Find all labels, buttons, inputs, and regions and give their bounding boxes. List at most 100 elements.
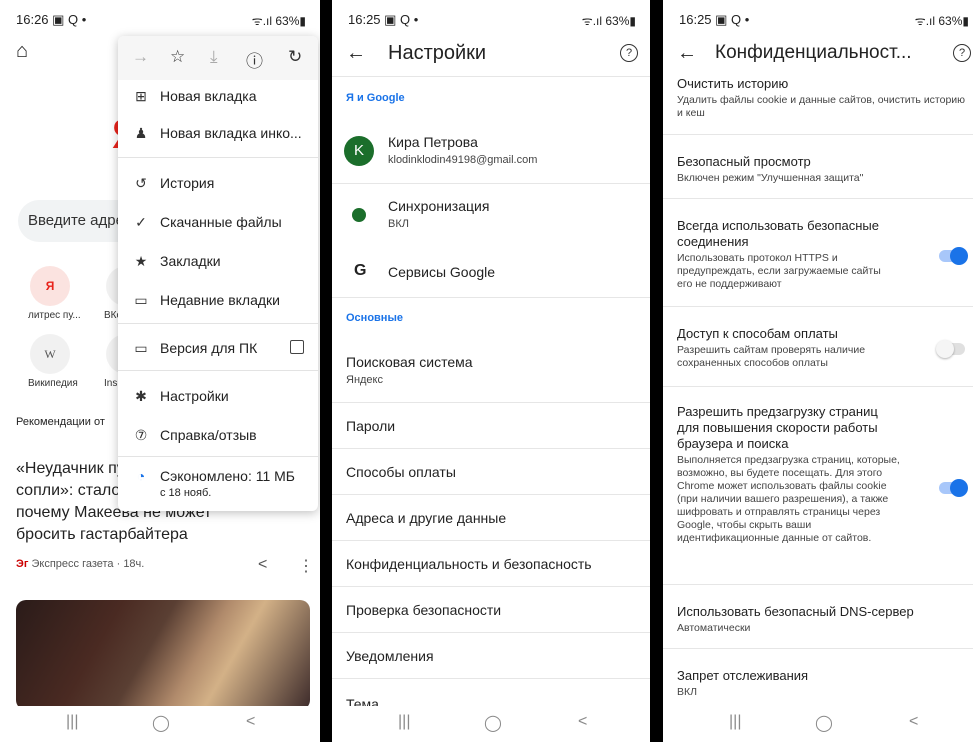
tile-label: литрес пу...	[28, 310, 81, 321]
https-toggle[interactable]	[939, 247, 968, 265]
search-engine-value: Яндекс	[346, 374, 383, 386]
google-services-label: Сервисы Google	[388, 264, 496, 280]
more-icon[interactable]: ⋮	[298, 556, 314, 576]
help-icon[interactable]: ?	[620, 44, 638, 62]
settings-item-passwords[interactable]: Пароли	[332, 404, 650, 448]
phone-settings: 16:25 ▣ Q • ᯤ.ıl 63%▮ ← Настройки ? Я и …	[332, 0, 650, 742]
avatar: K	[344, 136, 374, 166]
page-title: Конфиденциальност...	[715, 42, 912, 63]
settings-item-safety-check[interactable]: Проверка безопасности	[332, 588, 650, 632]
section-header: Я и Google	[346, 92, 405, 104]
recents-button[interactable]: |||	[729, 713, 741, 731]
news-title-line: бросить гастарбайтера	[16, 526, 188, 543]
status-bar: 16:26 ▣ Q • ᯤ.ıl 63%▮	[0, 10, 320, 30]
share-icon[interactable]: <	[258, 556, 267, 574]
settings-item-privacy[interactable]: Конфиденциальность и безопасность	[332, 542, 650, 586]
reload-icon[interactable]: ↻	[288, 47, 302, 67]
status-time: 16:25 ▣ Q •	[348, 12, 419, 27]
account-row[interactable]: K Кира Петрова klodinklodin49198@gmail.c…	[332, 118, 650, 182]
sync-icon	[352, 208, 366, 222]
speed-icon: ◔	[136, 468, 146, 484]
sync-value: ВКЛ	[388, 218, 409, 230]
account-name: Кира Петрова	[388, 134, 478, 150]
back-button[interactable]: <	[909, 713, 918, 731]
back-button[interactable]: <	[578, 713, 587, 731]
status-battery: ᯤ.ıl 63%▮	[914, 14, 969, 28]
android-navbar: ||| ◯ <	[0, 706, 320, 742]
forward-icon[interactable]: →	[132, 47, 149, 67]
menu-bookmarks[interactable]: ★ Закладки	[132, 253, 221, 270]
recents-button[interactable]: |||	[66, 713, 78, 731]
payment-methods-row[interactable]: Доступ к способам оплаты Разрешить сайта…	[677, 326, 892, 370]
menu-downloads[interactable]: ✓ Скачанные файлы	[132, 214, 282, 231]
preload-row[interactable]: Разрешить предзагрузку страниц для повыш…	[677, 404, 902, 545]
google-services-row[interactable]: G Сервисы Google	[332, 246, 650, 296]
status-time: 16:26 ▣ Q •	[16, 12, 87, 27]
menu-history[interactable]: ↺ История	[132, 175, 214, 192]
menu-recent-tabs[interactable]: ▭ Недавние вкладки	[132, 292, 280, 309]
help-icon[interactable]: ?	[953, 44, 971, 62]
section-header: Основные	[346, 312, 403, 324]
app-bar: ← Конфиденциальност... ?	[663, 38, 973, 74]
search-engine-row[interactable]: Поисковая система Яндекс	[332, 340, 650, 400]
news-source: Эг Экспресс газета · 18ч.	[16, 558, 145, 570]
menu-toolbar: → ☆ ⤓ ⓘ ↻	[118, 36, 318, 80]
menu-desktop-site[interactable]: ▭ Версия для ПК	[132, 340, 257, 357]
phone-chrome-menu: 16:26 ▣ Q • ᯤ.ıl 63%▮ ⌂ Я Введите адрес …	[0, 0, 320, 742]
menu-new-tab[interactable]: ⊞ Новая вкладка	[132, 88, 256, 105]
payment-methods-toggle[interactable]	[936, 340, 965, 358]
info-icon[interactable]: ⓘ	[246, 47, 263, 72]
menu-settings[interactable]: ✱ Настройки	[132, 388, 229, 405]
home-button[interactable]: ◯	[815, 713, 833, 733]
menu-data-savings[interactable]: ◔ Сэкономлено: 11 МБ с 18 нояб.	[132, 468, 295, 499]
back-button[interactable]: <	[246, 713, 255, 731]
status-battery: ᯤ.ıl 63%▮	[251, 14, 306, 28]
status-bar: 16:25 ▣ Q • ᯤ.ıl 63%▮	[332, 10, 650, 30]
tile-label: Ins	[104, 378, 118, 389]
settings-item-addresses[interactable]: Адреса и другие данные	[332, 496, 650, 540]
search-engine-label: Поисковая система	[346, 354, 473, 370]
desktop-icon: ▭	[134, 340, 148, 356]
desktop-site-checkbox[interactable]	[290, 340, 304, 354]
incognito-icon: ♟	[134, 125, 148, 141]
download-icon: ✓	[135, 214, 147, 230]
clear-history-row[interactable]: Очистить историю Удалить файлы cookie и …	[677, 76, 965, 120]
secure-dns-row[interactable]: Использовать безопасный DNS-сервер Автом…	[677, 604, 917, 635]
safe-browsing-row[interactable]: Безопасный просмотр Включен режим "Улучш…	[677, 154, 917, 185]
do-not-track-row[interactable]: Запрет отслеживания ВКЛ	[677, 668, 917, 699]
phone-privacy: 16:25 ▣ Q • ᯤ.ıl 63%▮ ← Конфиденциальнос…	[663, 0, 973, 742]
status-bar: 16:25 ▣ Q • ᯤ.ıl 63%▮	[663, 10, 973, 30]
menu-incognito-tab[interactable]: ♟ Новая вкладка инко...	[132, 125, 302, 142]
news-photo[interactable]	[16, 600, 310, 710]
page-title: Настройки	[388, 42, 487, 64]
tile-label: Википедия	[28, 378, 78, 389]
gear-icon: ✱	[135, 388, 147, 404]
preload-toggle[interactable]	[939, 479, 968, 497]
back-arrow-icon[interactable]: ←	[677, 42, 697, 65]
tile-litres[interactable]: Я	[30, 266, 70, 306]
status-time: 16:25 ▣ Q •	[679, 12, 750, 27]
status-battery: ᯤ.ıl 63%▮	[581, 14, 636, 28]
bookmark-star-icon[interactable]: ☆	[170, 47, 185, 67]
menu-help[interactable]: ⑦ Справка/отзыв	[132, 427, 257, 444]
download-icon[interactable]: ⤓	[210, 47, 218, 67]
star-icon: ★	[134, 253, 148, 269]
recent-tabs-icon: ▭	[134, 292, 148, 308]
https-row[interactable]: Всегда использовать безопасные соединени…	[677, 218, 892, 291]
home-icon[interactable]: ⌂	[16, 40, 28, 63]
back-arrow-icon[interactable]: ←	[346, 42, 366, 65]
home-button[interactable]: ◯	[152, 713, 170, 733]
settings-item-payments[interactable]: Способы оплаты	[332, 450, 650, 494]
google-icon: G	[354, 262, 367, 279]
sync-label: Синхронизация	[388, 198, 490, 214]
recommendations-heading: Рекомендации от	[16, 416, 105, 428]
app-bar: ← Настройки ?	[332, 38, 650, 74]
home-button[interactable]: ◯	[484, 713, 502, 733]
android-navbar: ||| ◯ <	[332, 706, 650, 742]
sync-row[interactable]: Синхронизация ВКЛ	[332, 186, 650, 240]
help-icon: ⑦	[134, 427, 148, 443]
recents-button[interactable]: |||	[398, 713, 410, 731]
chrome-overflow-menu: → ☆ ⤓ ⓘ ↻ ⊞ Новая вкладка ♟ Новая вкладка …	[118, 36, 318, 511]
tile-wikipedia[interactable]: W	[30, 334, 70, 374]
settings-item-notifications[interactable]: Уведомления	[332, 634, 650, 678]
